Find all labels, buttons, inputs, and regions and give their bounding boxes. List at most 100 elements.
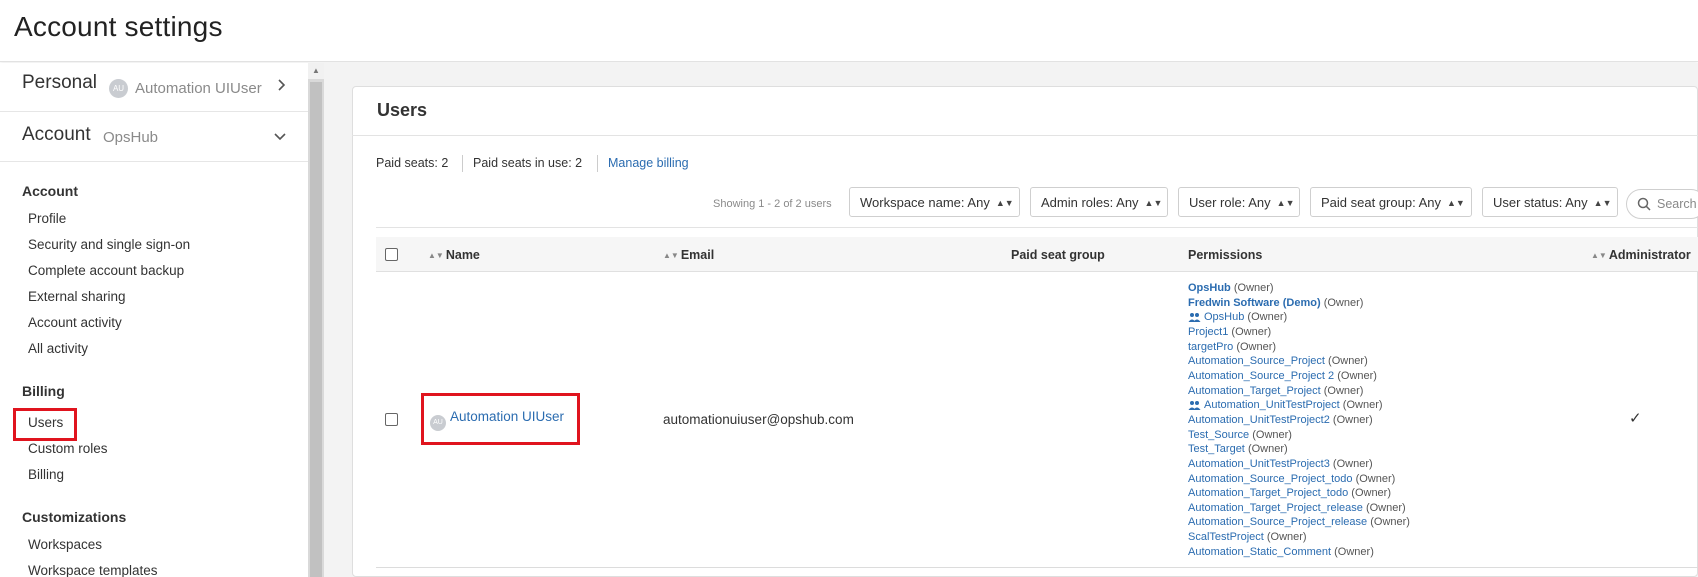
sidebar-item-users[interactable]: Users: [28, 415, 63, 430]
team-icon: [1188, 400, 1201, 413]
user-name-cell[interactable]: AU Automation UIUser: [430, 409, 564, 431]
filter-label: Paid seat group: Any: [1321, 195, 1441, 210]
permission-link[interactable]: targetPro: [1188, 341, 1233, 353]
checkmark-icon: ✓: [1629, 410, 1642, 427]
sort-arrows-icon: ▲▼: [1144, 198, 1163, 208]
permission-item: Automation_UnitTestProject (Owner): [1188, 399, 1383, 413]
permission-link[interactable]: Automation_Target_Project_todo: [1188, 487, 1348, 499]
permission-item: Test_Source (Owner): [1188, 429, 1292, 441]
permission-link[interactable]: Automation_Target_Project: [1188, 385, 1321, 397]
sidebar-item-external-sharing[interactable]: External sharing: [28, 289, 126, 304]
permission-role: (Owner): [1328, 355, 1368, 368]
sort-arrows-icon: ▲▼: [995, 198, 1014, 208]
personal-row[interactable]: Personal AU Automation UIUser: [0, 63, 308, 112]
card-title: Users: [377, 100, 428, 120]
paid-seat-group-filter[interactable]: Paid seat group: Any ▲▼: [1310, 187, 1472, 217]
avatar: AU: [109, 79, 128, 98]
permission-item: OpsHub (Owner): [1188, 282, 1274, 294]
permission-role: (Owner): [1323, 384, 1364, 397]
user-role-filter[interactable]: User role: Any ▲▼: [1178, 187, 1300, 217]
permission-link[interactable]: Project1: [1188, 326, 1228, 338]
permission-item: Automation_Target_Project_todo (Owner): [1188, 487, 1391, 499]
filter-label: User role: Any: [1189, 195, 1271, 210]
permission-link[interactable]: ScalTestProject: [1188, 531, 1264, 543]
sidebar-item-account-activity[interactable]: Account activity: [28, 315, 122, 330]
sort-icon: ▲▼: [428, 251, 444, 260]
column-header-permissions: Permissions: [1188, 248, 1263, 262]
permission-link[interactable]: Automation_Source_Project_release: [1188, 516, 1367, 528]
sidebar-item-custom-roles[interactable]: Custom roles: [28, 441, 108, 456]
column-header-administrator[interactable]: ▲▼ Administrator: [1591, 248, 1691, 262]
permission-role: (Owner): [1332, 413, 1373, 426]
permission-link[interactable]: Automation_Source_Project: [1188, 355, 1325, 367]
column-header-name[interactable]: ▲▼ Name: [428, 248, 480, 262]
user-email: automationuiuser@opshub.com: [663, 412, 854, 427]
permission-item: Automation_Target_Project_release (Owner…: [1188, 502, 1406, 514]
permission-link[interactable]: Automation_Target_Project_release: [1188, 502, 1363, 514]
permission-role: (Owner): [1266, 531, 1307, 543]
permission-link[interactable]: Test_Target: [1188, 443, 1245, 455]
row-checkbox[interactable]: [385, 413, 398, 426]
permission-role: (Owner): [1351, 487, 1392, 500]
chevron-down-icon: [274, 128, 286, 144]
column-header-paid-seat-group: Paid seat group: [1011, 248, 1105, 262]
permission-link[interactable]: Automation_UnitTestProject2: [1188, 414, 1330, 426]
permission-link[interactable]: Fredwin Software (Demo): [1188, 297, 1321, 309]
permission-item: Automation_UnitTestProject3 (Owner): [1188, 458, 1373, 470]
permission-link[interactable]: Test_Source: [1188, 429, 1249, 441]
user-status-filter[interactable]: User status: Any ▲▼: [1482, 187, 1618, 217]
sidebar-item-all-activity[interactable]: All activity: [28, 341, 88, 356]
permission-role: (Owner): [1332, 457, 1373, 470]
permission-role: (Owner): [1236, 340, 1277, 353]
permission-item: ScalTestProject (Owner): [1188, 531, 1307, 543]
page-title: Account settings: [14, 11, 223, 42]
permission-role: (Owner): [1365, 501, 1406, 514]
personal-user-name: Automation UIUser: [135, 80, 262, 97]
user-name-link[interactable]: Automation UIUser: [450, 409, 564, 424]
sidebar-item-security[interactable]: Security and single sign-on: [28, 237, 190, 252]
admin-roles-filter[interactable]: Admin roles: Any ▲▼: [1030, 187, 1168, 217]
scroll-up-arrow-icon[interactable]: ▲: [308, 63, 324, 79]
scrollbar-thumb[interactable]: [310, 82, 322, 577]
sidebar-item-billing[interactable]: Billing: [28, 467, 64, 482]
permission-role: (Owner): [1342, 399, 1383, 412]
select-all-checkbox[interactable]: [385, 248, 398, 261]
sidebar-item-workspace-templates[interactable]: Workspace templates: [28, 563, 158, 577]
section-title-account: Account: [22, 183, 78, 199]
search-input[interactable]: Search: [1626, 189, 1698, 219]
sidebar-item-workspaces[interactable]: Workspaces: [28, 537, 102, 552]
permission-role: (Owner): [1337, 369, 1377, 382]
personal-label: Personal: [22, 72, 97, 93]
permission-link[interactable]: Automation_Static_Comment: [1188, 546, 1331, 558]
permission-item: Automation_Static_Comment (Owner): [1188, 546, 1374, 558]
account-row[interactable]: Account OpsHub: [0, 112, 308, 162]
permission-link[interactable]: OpsHub: [1188, 282, 1231, 294]
column-header-email[interactable]: ▲▼ Email: [663, 248, 714, 262]
sort-arrows-icon: ▲▼: [1446, 198, 1465, 208]
permission-link[interactable]: Automation_UnitTestProject3: [1188, 458, 1330, 470]
account-label: Account: [22, 124, 91, 145]
permission-item: Test_Target (Owner): [1188, 443, 1288, 455]
avatar: AU: [430, 415, 446, 431]
sort-arrows-icon: ▲▼: [1593, 198, 1612, 208]
divider: [376, 567, 1698, 568]
manage-billing-link[interactable]: Manage billing: [608, 156, 689, 170]
users-card-header: Users: [352, 86, 1698, 136]
permission-role: (Owner): [1323, 296, 1364, 309]
sort-icon: ▲▼: [663, 251, 679, 260]
permission-link[interactable]: OpsHub: [1204, 311, 1244, 323]
permission-link[interactable]: Automation_Source_Project_todo: [1188, 473, 1353, 485]
permission-link[interactable]: Automation_Source_Project 2: [1188, 370, 1334, 382]
workspace-name-filter[interactable]: Workspace name: Any ▲▼: [849, 187, 1020, 217]
sidebar-item-account-backup[interactable]: Complete account backup: [28, 263, 184, 278]
permission-role: (Owner): [1233, 282, 1274, 294]
permission-role: (Owner): [1334, 545, 1374, 558]
table-header: ▲▼ Name ▲▼ Email Paid seat group Permissio…: [376, 237, 1698, 272]
sort-arrows-icon: ▲▼: [1276, 198, 1295, 208]
search-placeholder: Search: [1657, 197, 1697, 211]
permission-item: Project1 (Owner): [1188, 326, 1271, 338]
paid-seats-in-use: Paid seats in use: 2: [473, 156, 583, 170]
sidebar-item-profile[interactable]: Profile: [28, 211, 66, 226]
permission-link[interactable]: Automation_UnitTestProject: [1204, 399, 1340, 411]
permission-item: Automation_Target_Project (Owner): [1188, 385, 1363, 397]
